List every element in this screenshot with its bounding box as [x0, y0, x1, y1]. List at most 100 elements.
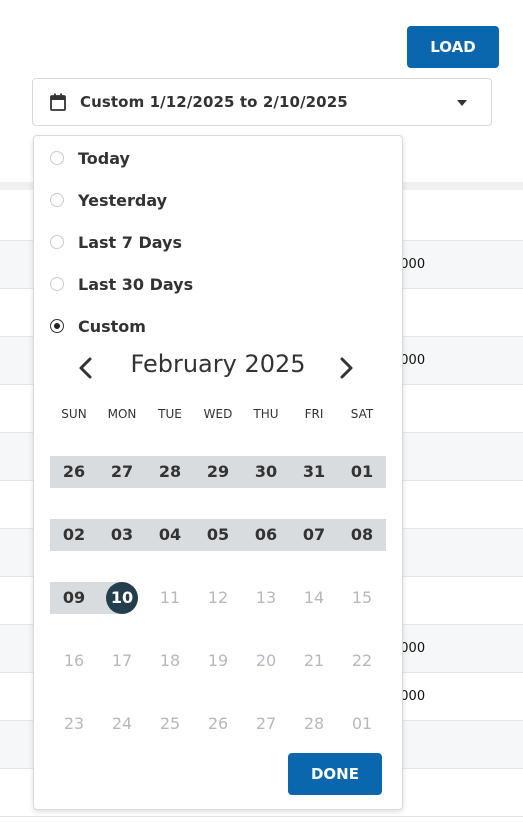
calendar-day: 11 — [146, 582, 194, 614]
day-number: 01 — [350, 462, 374, 481]
day-number: 15 — [351, 588, 373, 607]
radio-button[interactable] — [50, 235, 64, 249]
day-number: 10 — [106, 582, 138, 614]
calendar-day: 25 — [146, 708, 194, 740]
day-number: 06 — [254, 525, 278, 544]
calendar-day: 15 — [338, 582, 386, 614]
weekday-label: WED — [203, 407, 233, 421]
calendar-day[interactable]: 26 — [50, 456, 98, 488]
option-last-7-days[interactable]: Last 7 Days — [50, 227, 182, 257]
calendar-day[interactable]: 07 — [290, 519, 338, 551]
day-number: 30 — [254, 462, 278, 481]
option-last-30-days[interactable]: Last 30 Days — [50, 269, 193, 299]
weekday-label: MON — [107, 407, 137, 421]
day-number: 01 — [351, 714, 373, 733]
date-range-select[interactable]: Custom 1/12/2025 to 2/10/2025 — [32, 78, 492, 126]
calendar-day[interactable]: 31 — [290, 456, 338, 488]
option-label: Last 7 Days — [78, 232, 182, 252]
date-range-popup: Today Yesterday Last 7 Days Last 30 Days Cus… — [33, 135, 403, 810]
calendar-day[interactable]: 01 — [338, 456, 386, 488]
day-number: 13 — [255, 588, 277, 607]
day-number: 28 — [303, 714, 325, 733]
radio-button[interactable] — [50, 193, 64, 207]
day-number: 28 — [158, 462, 182, 481]
day-number: 03 — [110, 525, 134, 544]
calendar-day[interactable]: 06 — [242, 519, 290, 551]
calendar-icon — [50, 93, 66, 111]
day-number: 14 — [303, 588, 325, 607]
day-number: 27 — [255, 714, 277, 733]
calendar-day: 13 — [242, 582, 290, 614]
calendar-day: 18 — [146, 645, 194, 677]
calendar-day: 19 — [194, 645, 242, 677]
day-number: 20 — [255, 651, 277, 670]
calendar-day: 27 — [242, 708, 290, 740]
option-label: Yesterday — [78, 190, 168, 210]
calendar-day: 28 — [290, 708, 338, 740]
option-label: Custom — [78, 316, 146, 336]
day-number: 02 — [62, 525, 86, 544]
calendar-day: 21 — [290, 645, 338, 677]
day-number: 18 — [159, 651, 181, 670]
radio-button[interactable] — [50, 277, 64, 291]
calendar-day: 26 — [194, 708, 242, 740]
option-label: Last 30 Days — [78, 274, 194, 294]
calendar-day: 22 — [338, 645, 386, 677]
weekday-label: THU — [253, 407, 279, 421]
weekday-label: SAT — [350, 407, 374, 421]
calendar-day[interactable]: 28 — [146, 456, 194, 488]
selected-day[interactable]: 10 — [98, 582, 146, 614]
calendar-day: 01 — [338, 708, 386, 740]
day-number: 26 — [207, 714, 229, 733]
calendar-day[interactable]: 02 — [50, 519, 98, 551]
day-number: 27 — [110, 462, 134, 481]
day-number: 19 — [207, 651, 229, 670]
calendar-header: February 2025 — [34, 348, 402, 386]
calendar-day: 20 — [242, 645, 290, 677]
day-number: 12 — [207, 588, 229, 607]
calendar-day[interactable]: 29 — [194, 456, 242, 488]
option-yesterday[interactable]: Yesterday — [50, 185, 167, 215]
calendar-day[interactable]: 09 — [50, 582, 98, 614]
chevron-right-icon[interactable] — [334, 354, 358, 382]
day-number: 09 — [62, 588, 86, 607]
caret-down-icon[interactable] — [457, 100, 467, 106]
load-button[interactable]: LOAD — [407, 26, 499, 68]
day-number: 07 — [302, 525, 326, 544]
day-number: 23 — [63, 714, 85, 733]
day-number: 05 — [206, 525, 230, 544]
calendar-day[interactable]: 03 — [98, 519, 146, 551]
day-number: 24 — [111, 714, 133, 733]
day-number: 22 — [351, 651, 373, 670]
day-number: 11 — [159, 588, 181, 607]
day-number: 04 — [158, 525, 182, 544]
radio-button[interactable] — [50, 151, 64, 165]
day-number: 17 — [111, 651, 133, 670]
day-number: 31 — [302, 462, 326, 481]
day-number: 25 — [159, 714, 181, 733]
calendar-day: 16 — [50, 645, 98, 677]
day-number: 16 — [63, 651, 85, 670]
calendar-day[interactable]: 04 — [146, 519, 194, 551]
calendar-day[interactable]: 27 — [98, 456, 146, 488]
day-number: 29 — [206, 462, 230, 481]
option-label: Today — [78, 148, 130, 168]
option-today[interactable]: Today — [50, 143, 130, 173]
calendar-day[interactable]: 08 — [338, 519, 386, 551]
calendar-day: 12 — [194, 582, 242, 614]
option-custom[interactable]: Custom — [50, 311, 146, 341]
weekday-label: FRI — [304, 407, 324, 421]
calendar-day: 14 — [290, 582, 338, 614]
day-number: 08 — [350, 525, 374, 544]
calendar-day[interactable]: 05 — [194, 519, 242, 551]
weekday-label: TUE — [158, 407, 182, 421]
calendar-day[interactable]: 30 — [242, 456, 290, 488]
calendar-day: 23 — [50, 708, 98, 740]
radio-button[interactable] — [50, 319, 64, 333]
date-range-text: Custom 1/12/2025 to 2/10/2025 — [80, 93, 348, 111]
day-number: 26 — [62, 462, 86, 481]
done-button[interactable]: DONE — [288, 753, 382, 795]
day-number: 21 — [303, 651, 325, 670]
calendar-day: 17 — [98, 645, 146, 677]
calendar-day: 24 — [98, 708, 146, 740]
